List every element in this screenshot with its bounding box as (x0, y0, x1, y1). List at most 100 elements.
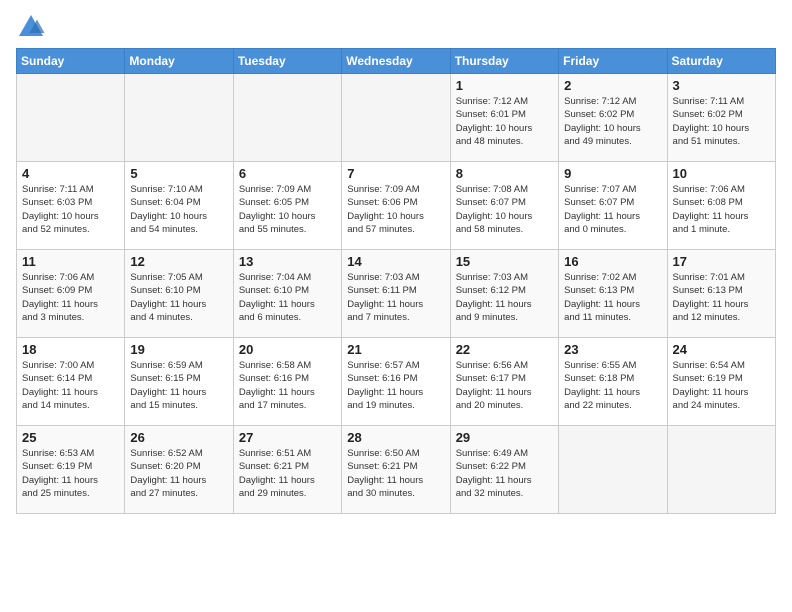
day-info: Sunrise: 6:51 AMSunset: 6:21 PMDaylight:… (239, 447, 336, 500)
day-number: 6 (239, 166, 336, 181)
calendar-week-row: 1 Sunrise: 7:12 AMSunset: 6:01 PMDaylight… (17, 74, 776, 162)
day-number: 13 (239, 254, 336, 269)
calendar-cell (233, 74, 341, 162)
calendar-cell: 29Sunrise: 6:49 AMSunset: 6:22 PMDayligh… (450, 426, 558, 514)
day-of-week-header: Monday (125, 49, 233, 74)
day-info: Sunrise: 6:54 AMSunset: 6:19 PMDaylight:… (673, 359, 770, 412)
calendar-cell: 1 Sunrise: 7:12 AMSunset: 6:01 PMDaylight… (450, 74, 558, 162)
day-number: 21 (347, 342, 444, 357)
calendar-cell: 27 Sunrise: 6:51 AMSunset: 6:21 PMDayligh… (233, 426, 341, 514)
day-info: Sunrise: 7:12 AMSunset: 6:01 PMDaylight:… (456, 95, 553, 148)
page: SundayMondayTuesdayWednesdayThursdayFrid… (0, 0, 792, 522)
calendar-cell: 10Sunrise: 7:06 AMSunset: 6:08 PMDayligh… (667, 162, 775, 250)
day-info: Sunrise: 7:06 AMSunset: 6:08 PMDaylight:… (673, 183, 770, 236)
day-of-week-header: Wednesday (342, 49, 450, 74)
calendar-cell: 26 Sunrise: 6:52 AMSunset: 6:20 PMDayligh… (125, 426, 233, 514)
day-info: Sunrise: 7:09 AMSunset: 6:06 PMDaylight:… (347, 183, 444, 236)
calendar-week-row: 4 Sunrise: 7:11 AMSunset: 6:03 PMDaylight… (17, 162, 776, 250)
day-number: 1 (456, 78, 553, 93)
day-info: Sunrise: 7:06 AMSunset: 6:09 PMDaylight:… (22, 271, 119, 324)
day-info: Sunrise: 7:11 AMSunset: 6:03 PMDaylight:… (22, 183, 119, 236)
calendar-cell: 20 Sunrise: 6:58 AMSunset: 6:16 PMDayligh… (233, 338, 341, 426)
day-number: 5 (130, 166, 227, 181)
day-info: Sunrise: 7:08 AMSunset: 6:07 PMDaylight:… (456, 183, 553, 236)
calendar-cell: 15 Sunrise: 7:03 AMSunset: 6:12 PMDayligh… (450, 250, 558, 338)
calendar-cell: 18 Sunrise: 7:00 AMSunset: 6:14 PMDayligh… (17, 338, 125, 426)
day-info: Sunrise: 7:03 AMSunset: 6:11 PMDaylight:… (347, 271, 444, 324)
day-info: Sunrise: 7:03 AMSunset: 6:12 PMDaylight:… (456, 271, 553, 324)
calendar-cell: 3Sunrise: 7:11 AMSunset: 6:02 PMDaylight… (667, 74, 775, 162)
day-info: Sunrise: 7:02 AMSunset: 6:13 PMDaylight:… (564, 271, 661, 324)
header (16, 12, 776, 42)
calendar-cell: 14 Sunrise: 7:03 AMSunset: 6:11 PMDayligh… (342, 250, 450, 338)
day-number: 9 (564, 166, 661, 181)
day-number: 22 (456, 342, 553, 357)
day-info: Sunrise: 6:50 AMSunset: 6:21 PMDaylight:… (347, 447, 444, 500)
day-number: 26 (130, 430, 227, 445)
day-info: Sunrise: 7:10 AMSunset: 6:04 PMDaylight:… (130, 183, 227, 236)
calendar-cell (667, 426, 775, 514)
calendar-week-row: 18 Sunrise: 7:00 AMSunset: 6:14 PMDayligh… (17, 338, 776, 426)
calendar-cell: 7 Sunrise: 7:09 AMSunset: 6:06 PMDaylight… (342, 162, 450, 250)
day-number: 7 (347, 166, 444, 181)
calendar-cell: 8Sunrise: 7:08 AMSunset: 6:07 PMDaylight… (450, 162, 558, 250)
day-of-week-header: Tuesday (233, 49, 341, 74)
day-info: Sunrise: 6:55 AMSunset: 6:18 PMDaylight:… (564, 359, 661, 412)
day-info: Sunrise: 7:04 AMSunset: 6:10 PMDaylight:… (239, 271, 336, 324)
calendar-cell: 24 Sunrise: 6:54 AMSunset: 6:19 PMDayligh… (667, 338, 775, 426)
calendar-cell: 16 Sunrise: 7:02 AMSunset: 6:13 PMDayligh… (559, 250, 667, 338)
calendar-week-row: 25 Sunrise: 6:53 AMSunset: 6:19 PMDayligh… (17, 426, 776, 514)
calendar-cell: 21 Sunrise: 6:57 AMSunset: 6:16 PMDayligh… (342, 338, 450, 426)
day-of-week-header: Saturday (667, 49, 775, 74)
day-info: Sunrise: 6:59 AMSunset: 6:15 PMDaylight:… (130, 359, 227, 412)
day-number: 4 (22, 166, 119, 181)
calendar-cell: 4 Sunrise: 7:11 AMSunset: 6:03 PMDaylight… (17, 162, 125, 250)
day-number: 28 (347, 430, 444, 445)
day-number: 23 (564, 342, 661, 357)
day-number: 24 (673, 342, 770, 357)
calendar-cell: 22 Sunrise: 6:56 AMSunset: 6:17 PMDayligh… (450, 338, 558, 426)
day-number: 17 (673, 254, 770, 269)
calendar-cell: 23 Sunrise: 6:55 AMSunset: 6:18 PMDayligh… (559, 338, 667, 426)
day-info: Sunrise: 6:56 AMSunset: 6:17 PMDaylight:… (456, 359, 553, 412)
day-number: 16 (564, 254, 661, 269)
day-number: 27 (239, 430, 336, 445)
day-info: Sunrise: 7:00 AMSunset: 6:14 PMDaylight:… (22, 359, 119, 412)
calendar-cell: 13 Sunrise: 7:04 AMSunset: 6:10 PMDayligh… (233, 250, 341, 338)
calendar-cell: 28 Sunrise: 6:50 AMSunset: 6:21 PMDayligh… (342, 426, 450, 514)
day-number: 19 (130, 342, 227, 357)
day-info: Sunrise: 6:53 AMSunset: 6:19 PMDaylight:… (22, 447, 119, 500)
calendar: SundayMondayTuesdayWednesdayThursdayFrid… (16, 48, 776, 514)
day-of-week-header: Friday (559, 49, 667, 74)
logo (16, 12, 50, 42)
day-number: 11 (22, 254, 119, 269)
calendar-cell: 9 Sunrise: 7:07 AMSunset: 6:07 PMDaylight… (559, 162, 667, 250)
calendar-cell: 5 Sunrise: 7:10 AMSunset: 6:04 PMDaylight… (125, 162, 233, 250)
calendar-cell (17, 74, 125, 162)
calendar-cell: 12 Sunrise: 7:05 AMSunset: 6:10 PMDayligh… (125, 250, 233, 338)
day-info: Sunrise: 7:05 AMSunset: 6:10 PMDaylight:… (130, 271, 227, 324)
calendar-cell (342, 74, 450, 162)
day-number: 25 (22, 430, 119, 445)
calendar-cell (559, 426, 667, 514)
day-info: Sunrise: 6:58 AMSunset: 6:16 PMDaylight:… (239, 359, 336, 412)
day-number: 29 (456, 430, 553, 445)
day-number: 14 (347, 254, 444, 269)
calendar-cell: 11 Sunrise: 7:06 AMSunset: 6:09 PMDayligh… (17, 250, 125, 338)
day-info: Sunrise: 7:01 AMSunset: 6:13 PMDaylight:… (673, 271, 770, 324)
day-info: Sunrise: 7:07 AMSunset: 6:07 PMDaylight:… (564, 183, 661, 236)
calendar-cell: 25 Sunrise: 6:53 AMSunset: 6:19 PMDayligh… (17, 426, 125, 514)
day-number: 18 (22, 342, 119, 357)
day-info: Sunrise: 7:12 AMSunset: 6:02 PMDaylight:… (564, 95, 661, 148)
logo-icon (16, 12, 46, 42)
calendar-header-row: SundayMondayTuesdayWednesdayThursdayFrid… (17, 49, 776, 74)
day-info: Sunrise: 6:57 AMSunset: 6:16 PMDaylight:… (347, 359, 444, 412)
day-number: 12 (130, 254, 227, 269)
day-number: 20 (239, 342, 336, 357)
calendar-cell: 17 Sunrise: 7:01 AMSunset: 6:13 PMDayligh… (667, 250, 775, 338)
calendar-cell (125, 74, 233, 162)
day-of-week-header: Sunday (17, 49, 125, 74)
day-number: 15 (456, 254, 553, 269)
day-info: Sunrise: 6:52 AMSunset: 6:20 PMDaylight:… (130, 447, 227, 500)
day-number: 3 (673, 78, 770, 93)
